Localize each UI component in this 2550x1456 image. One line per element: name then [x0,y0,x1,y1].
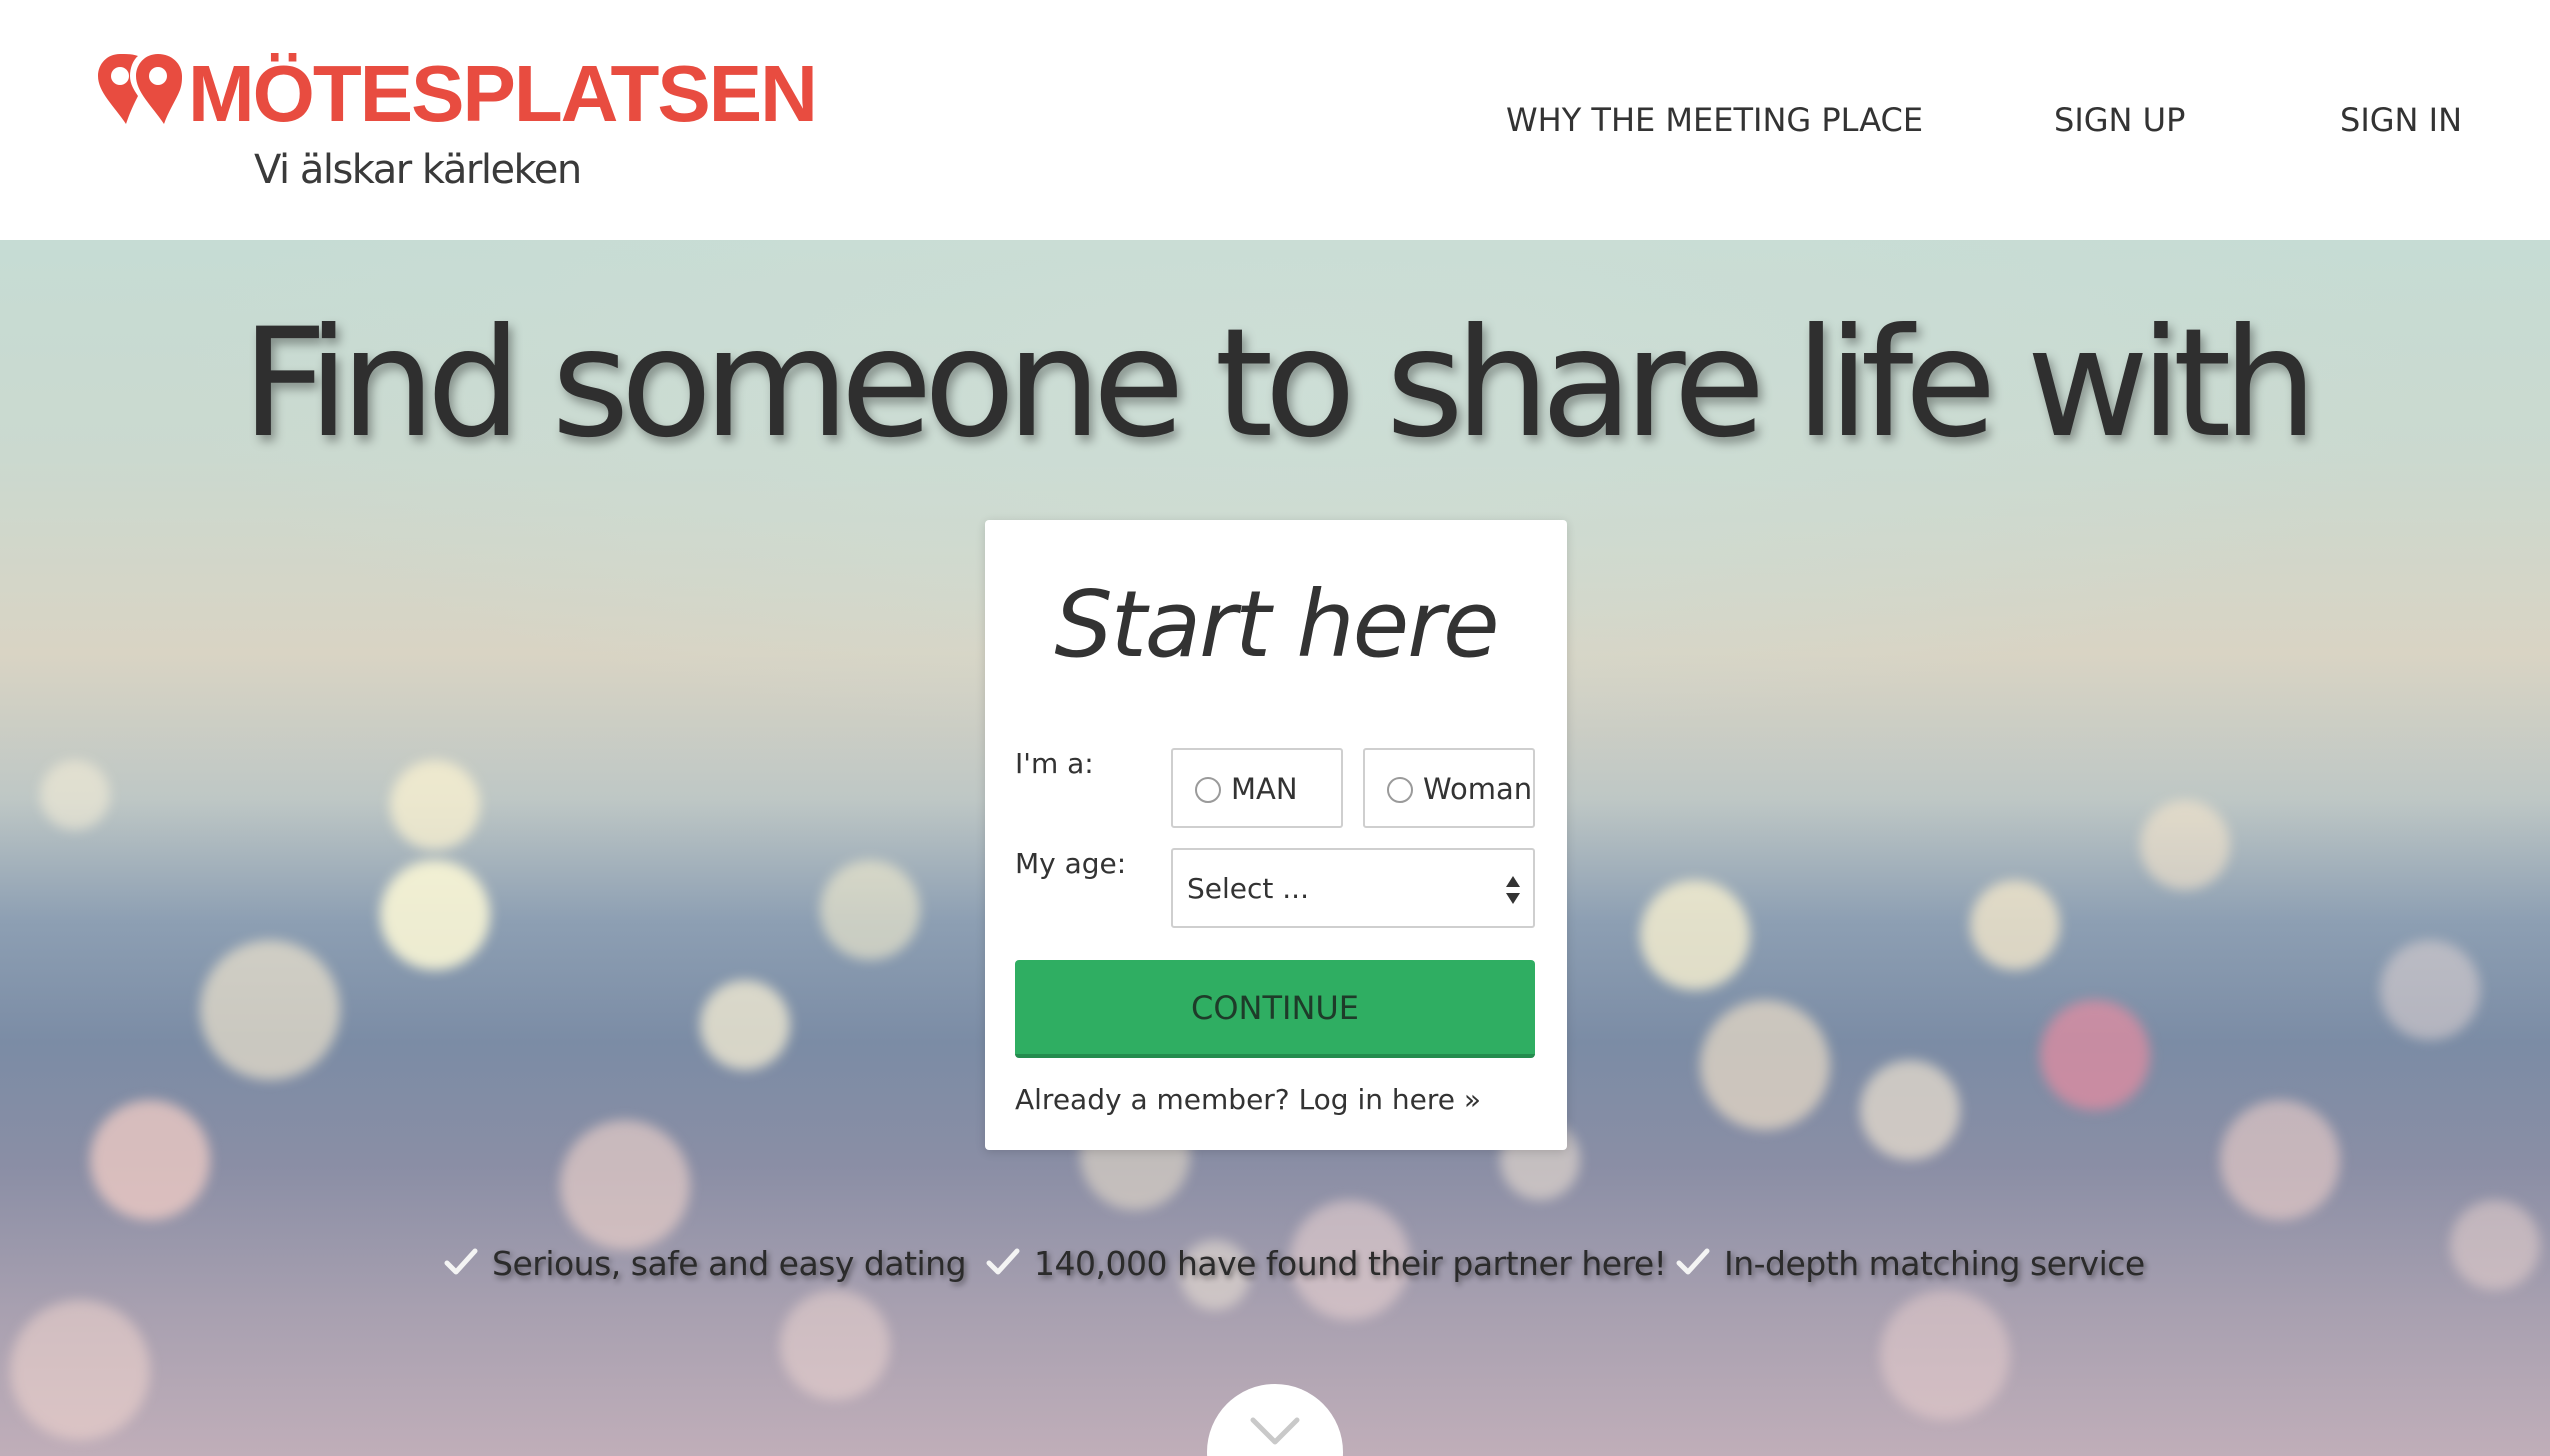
continue-button[interactable]: CONTINUE [1015,960,1535,1058]
site-logo[interactable]: MÖTESPLATSEN Vi älskar kärleken [96,44,818,204]
feature-item: Serious, safe and easy dating [444,1240,967,1288]
brand-name: MÖTESPLATSEN [188,49,818,138]
feature-text: 140,000 have found their partner here! [1034,1244,1667,1283]
check-icon [444,1248,478,1275]
login-link[interactable]: Already a member? Log in here » [1015,1080,1481,1120]
age-label: My age: [1015,847,1127,880]
nav-sign-up[interactable]: SIGN UP [2054,98,2185,142]
hero-headline: Find someone to share life with [241,297,2317,471]
gender-option-woman[interactable]: Woman [1363,748,1535,828]
radio-circle-icon[interactable] [1195,777,1221,803]
feature-item: In-depth matching service [1676,1240,2145,1288]
heart-pin-icon [98,54,182,124]
select-arrows-icon [1506,876,1520,904]
gender-option-label: Woman [1423,772,1533,806]
gender-label: I'm a: [1015,747,1094,780]
signup-title: Start here [1054,571,1499,678]
chevron-down-icon [1250,1417,1300,1445]
feature-item: 140,000 have found their partner here! [986,1240,1667,1288]
brand-tagline: Vi älskar kärleken [254,147,582,193]
feature-text: Serious, safe and easy dating [492,1244,967,1283]
hero-section: Find someone to share life with Start he… [0,240,2550,1456]
feature-text: In-depth matching service [1724,1244,2145,1283]
gender-option-man[interactable]: MAN [1171,748,1343,828]
gender-option-label: MAN [1231,772,1298,806]
check-icon [1676,1248,1710,1275]
radio-circle-icon[interactable] [1387,777,1413,803]
signup-card: Start here I'm a: MAN Woman My age: Sele… [985,520,1567,1150]
nav-sign-in[interactable]: SIGN IN [2340,98,2462,142]
age-select-value: Select ... [1187,872,1309,905]
age-select[interactable]: Select ... [1171,848,1535,928]
check-icon [986,1248,1020,1275]
site-header: MÖTESPLATSEN Vi älskar kärleken WHY THE … [0,0,2550,240]
nav-why-meeting-place[interactable]: WHY THE MEETING PLACE [1506,98,1923,142]
